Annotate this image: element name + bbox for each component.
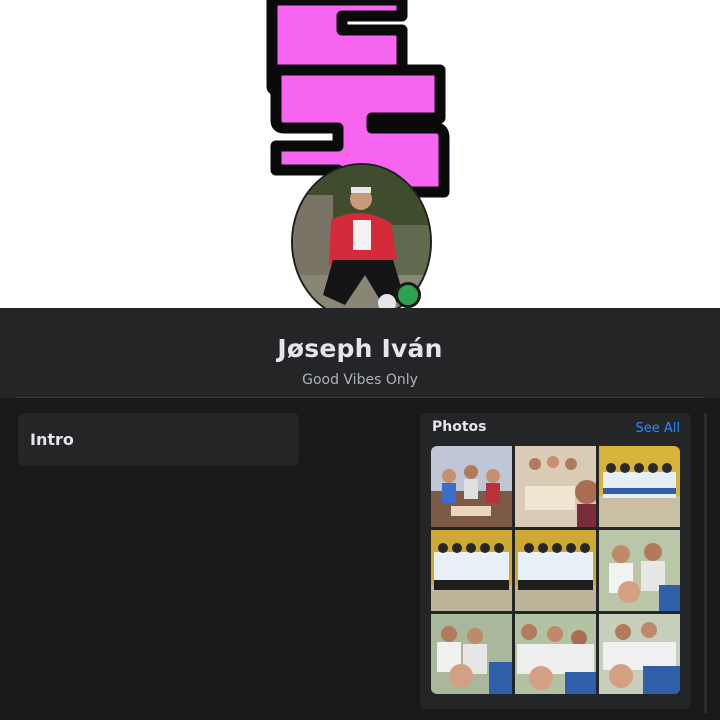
online-status-indicator: [395, 282, 421, 308]
profile-avatar-wrapper[interactable]: [291, 163, 432, 321]
photo-image: [599, 614, 680, 694]
photo-thumbnail[interactable]: [431, 614, 512, 694]
photo-image: [515, 530, 596, 611]
photo-thumbnail[interactable]: [431, 530, 512, 611]
photos-card: Photos See All: [420, 413, 691, 709]
photo-image: [431, 446, 512, 527]
photo-image: [599, 530, 680, 611]
photo-thumbnail[interactable]: [515, 530, 596, 611]
profile-bio: Good Vibes Only: [302, 372, 418, 388]
photos-title[interactable]: Photos: [432, 419, 487, 435]
photo-thumbnail[interactable]: [515, 446, 596, 527]
scrollbar-edge: [704, 413, 707, 713]
see-all-photos-link[interactable]: See All: [636, 421, 681, 436]
photo-image: [515, 446, 596, 527]
photo-image: [515, 614, 596, 694]
photo-thumbnail[interactable]: [599, 530, 680, 611]
intro-title: Intro: [30, 430, 74, 449]
photo-image: [431, 614, 512, 694]
photos-grid: [431, 446, 680, 694]
profile-name[interactable]: Jøseph Iván: [0, 334, 720, 363]
header-divider: [16, 397, 704, 398]
photo-thumbnail[interactable]: [599, 446, 680, 527]
photo-image: [431, 530, 512, 611]
photo-image: [599, 446, 680, 527]
photo-thumbnail[interactable]: [515, 614, 596, 694]
photo-thumbnail[interactable]: [599, 614, 680, 694]
intro-card: Intro: [18, 413, 299, 466]
photo-thumbnail[interactable]: [431, 446, 512, 527]
